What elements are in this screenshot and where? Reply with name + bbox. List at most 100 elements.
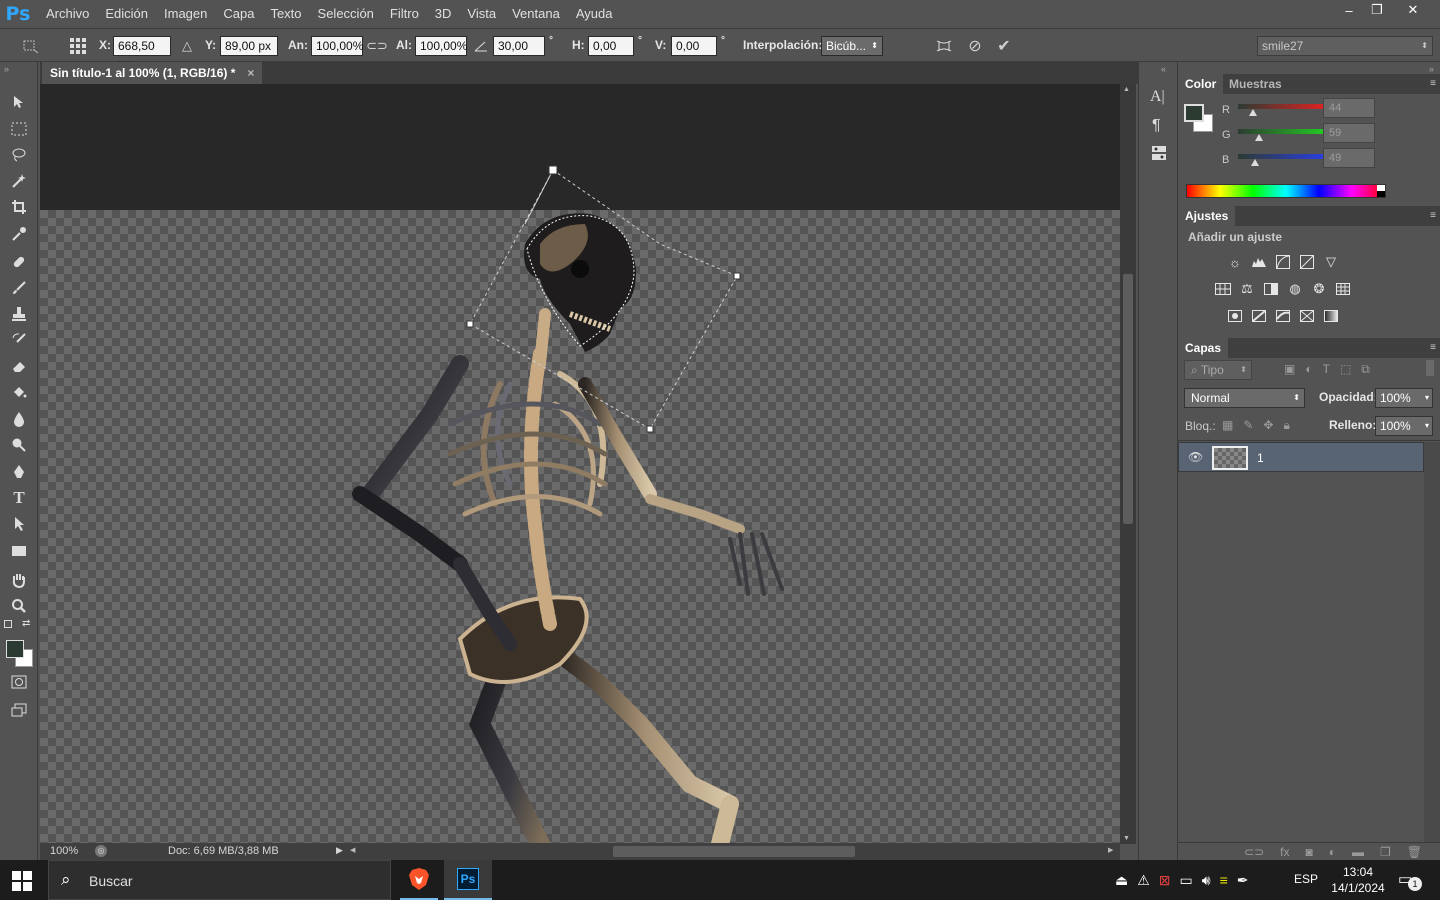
brave-browser-taskbar-button[interactable] xyxy=(400,860,438,900)
workspace-select[interactable]: smile27 ⬍ xyxy=(1257,36,1433,56)
history-brush-tool-icon[interactable] xyxy=(7,328,31,352)
path-selection-tool-icon[interactable] xyxy=(7,512,31,536)
transform-handle[interactable] xyxy=(548,165,558,175)
lasso-tool-icon[interactable] xyxy=(7,143,31,167)
tab-adjustments[interactable]: Ajustes xyxy=(1178,206,1236,226)
menu-item-10[interactable]: Ayuda xyxy=(568,0,621,28)
clock[interactable]: 13:04 14/1/2024 xyxy=(1330,864,1386,896)
dodge-tool-icon[interactable] xyxy=(7,433,31,457)
layer-filter-select[interactable]: ⌕ Tipo ⬍ xyxy=(1184,360,1252,380)
x-position-field[interactable]: 668,50 px xyxy=(113,36,171,71)
paragraph-panel-icon[interactable]: ¶ xyxy=(1152,117,1161,135)
notifications-icon[interactable]: ▭ 1 xyxy=(1398,870,1422,891)
layer-name[interactable]: 1 xyxy=(1257,451,1264,465)
vertical-skew-field[interactable]: 0,00 xyxy=(671,36,717,56)
crop-tool-icon[interactable] xyxy=(7,195,31,219)
lock-all-icon[interactable]: 🔒︎ xyxy=(1283,418,1289,433)
clone-stamp-tool-icon[interactable] xyxy=(7,302,31,326)
eye-visibility-icon[interactable]: 👁︎ xyxy=(1188,450,1203,464)
layer-row[interactable]: 👁︎ 1 xyxy=(1178,442,1424,472)
color-lookup-icon[interactable] xyxy=(1334,281,1352,297)
layers-scrollbar[interactable] xyxy=(1424,442,1440,842)
hand-tool-icon[interactable] xyxy=(7,568,31,592)
eyedropper-tool-icon[interactable] xyxy=(7,222,31,246)
link-icon[interactable]: ⊂⊃ xyxy=(366,36,388,56)
language-indicator[interactable]: ESP xyxy=(1294,872,1318,886)
lock-position-icon[interactable]: ✥ xyxy=(1263,418,1273,433)
menu-item-0[interactable]: Archivo xyxy=(38,0,97,28)
collapse-arrows-icon[interactable]: « xyxy=(1161,64,1166,74)
menu-item-3[interactable]: Capa xyxy=(215,0,262,28)
menu-item-8[interactable]: Vista xyxy=(459,0,504,28)
opacity-field[interactable]: 100% ▾ xyxy=(1375,388,1433,408)
document-tab[interactable]: Sin título-1 al 100% (1, RGB/16) * × xyxy=(42,62,263,84)
smart-object-filter-icon[interactable]: ⧉ xyxy=(1361,362,1370,378)
battery-icon[interactable]: ≡ xyxy=(1220,872,1228,889)
tab-layers[interactable]: Capas xyxy=(1178,338,1229,358)
menu-item-4[interactable]: Texto xyxy=(262,0,309,28)
menu-item-9[interactable]: Ventana xyxy=(504,0,568,28)
transform-handle[interactable] xyxy=(646,425,654,433)
paint-bucket-tool-icon[interactable] xyxy=(7,380,31,404)
menu-item-1[interactable]: Edición xyxy=(97,0,156,28)
rotation-field[interactable]: 30,00 xyxy=(493,36,545,56)
brush-tool-icon[interactable] xyxy=(7,276,31,300)
display-icon[interactable]: ▭ xyxy=(1180,872,1193,889)
collapse-arrows-icon[interactable]: » xyxy=(4,64,9,74)
posterize-icon[interactable] xyxy=(1250,308,1268,324)
brightness-contrast-icon[interactable]: ☼ xyxy=(1226,254,1244,270)
delete-layer-icon[interactable]: 🗑︎ xyxy=(1407,843,1422,860)
tab-swatches[interactable]: Muestras xyxy=(1222,74,1289,94)
link-layers-icon[interactable]: ⊂⊃ xyxy=(1244,843,1264,860)
scroll-right-icon[interactable]: ▶ xyxy=(1108,846,1113,854)
zoom-level[interactable]: 100% xyxy=(50,845,78,857)
windows-start-icon[interactable] xyxy=(12,871,32,891)
panel-menu-icon[interactable]: ≡ xyxy=(1430,78,1436,89)
status-info-icon[interactable]: ◎ xyxy=(95,845,107,857)
channel-slider-thumb[interactable] xyxy=(1254,134,1263,141)
curves-icon[interactable] xyxy=(1274,254,1292,270)
chevron-down-icon[interactable]: ▾ xyxy=(1425,389,1429,407)
vibrance-icon[interactable]: ▽ xyxy=(1322,254,1340,270)
tab-color[interactable]: Color xyxy=(1178,74,1224,94)
volume-icon[interactable]: 🔊︎ xyxy=(1202,872,1211,889)
transform-handle[interactable] xyxy=(733,272,741,280)
scroll-left-icon[interactable]: ◀ xyxy=(350,846,355,854)
scroll-down-icon[interactable]: ▼ xyxy=(1123,835,1130,842)
menu-item-7[interactable]: 3D xyxy=(427,0,460,28)
restore-button[interactable]: ❐ xyxy=(1362,0,1392,20)
properties-panel-icon[interactable] xyxy=(1150,144,1168,162)
new-adjustment-icon[interactable]: ◐ xyxy=(1329,843,1336,860)
swap-colors-icon[interactable]: ⇄ xyxy=(22,618,30,629)
vertical-scrollbar[interactable]: ▲ ▼ xyxy=(1120,84,1136,844)
scroll-up-icon[interactable]: ▲ xyxy=(1123,86,1130,93)
fill-field[interactable]: 100% ▾ xyxy=(1375,416,1433,436)
default-colors-icon[interactable] xyxy=(4,620,12,628)
magic-wand-tool-icon[interactable] xyxy=(7,169,31,193)
y-position-field[interactable]: 89,00 px xyxy=(220,36,278,56)
shape-filter-icon[interactable]: ⬚ xyxy=(1340,362,1351,378)
gradient-map-icon[interactable] xyxy=(1322,308,1340,324)
color-balance-icon[interactable]: ⚖ xyxy=(1238,281,1256,297)
status-menu-arrow-icon[interactable]: ▶ xyxy=(336,845,343,856)
pen-tool-icon[interactable] xyxy=(7,460,31,484)
horizontal-skew-field[interactable]: 0,00 xyxy=(588,36,634,56)
rectangle-tool-icon[interactable] xyxy=(7,539,31,563)
new-layer-icon[interactable]: ❐ xyxy=(1380,843,1391,860)
horizontal-scroll-thumb[interactable] xyxy=(613,846,855,857)
commit-transform-icon[interactable]: ✔ xyxy=(994,36,1014,56)
lock-image-icon[interactable]: ✎ xyxy=(1243,418,1253,433)
selective-color-icon[interactable] xyxy=(1298,308,1316,324)
channel-value-field[interactable]: 59 xyxy=(1323,123,1375,143)
usb-icon[interactable]: ⏏ xyxy=(1115,872,1128,889)
exposure-icon[interactable] xyxy=(1298,254,1316,270)
menu-item-2[interactable]: Imagen xyxy=(156,0,215,28)
type-tool-icon[interactable]: T xyxy=(7,486,31,510)
menu-item-5[interactable]: Selección xyxy=(310,0,382,28)
zoom-tool-icon[interactable] xyxy=(7,594,31,618)
scroll-thumb[interactable] xyxy=(1123,274,1133,524)
minimize-button[interactable]: – xyxy=(1334,0,1364,20)
panel-menu-icon[interactable]: ≡ xyxy=(1430,210,1436,221)
hue-saturation-icon[interactable] xyxy=(1214,281,1232,297)
free-transform-tool-icon[interactable] xyxy=(20,36,40,56)
